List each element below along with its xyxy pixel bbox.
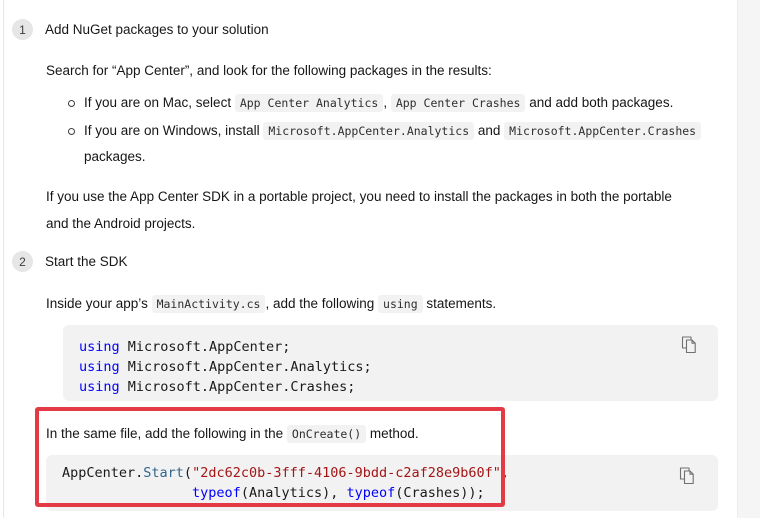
inline-code: MainActivity.cs (152, 295, 266, 313)
step-1-number-badge: 1 (12, 19, 33, 40)
code-text: Microsoft.AppCenter.Crashes; (120, 379, 356, 395)
step-2-title: Start the SDK (45, 254, 128, 269)
note-line: If you use the App Center SDK in a porta… (46, 189, 672, 204)
bullet-text: If you are on Mac, select (84, 95, 235, 110)
code-keyword: typeof (192, 485, 241, 501)
code-line: using Microsoft.AppCenter; (79, 337, 718, 357)
code-text: AppCenter. (62, 465, 143, 481)
step-2-number-badge: 2 (12, 251, 33, 272)
inline-code: App Center Crashes (391, 94, 526, 112)
code-line: typeof(Analytics), typeof(Crashes)); (62, 483, 718, 503)
copy-icon (681, 336, 697, 354)
code-keyword: using (79, 359, 120, 375)
code-line: AppCenter.Start("2dc62c0b-3fff-4106-9bdd… (62, 463, 718, 483)
code-keyword: typeof (347, 485, 396, 501)
code-indent (62, 485, 192, 501)
step-1-title: Add NuGet packages to your solution (45, 22, 269, 37)
bullet-text: packages. (84, 149, 146, 164)
code-block-using: using Microsoft.AppCenter; using Microso… (63, 325, 718, 401)
bullet-text: , (383, 95, 391, 110)
intro-text: statements. (423, 296, 497, 311)
oncreate-instruction: In the same file, add the following in t… (46, 421, 419, 447)
copy-icon (679, 467, 695, 485)
code-text: Microsoft.AppCenter; (120, 339, 291, 355)
intro-text: Inside your app’s (46, 296, 152, 311)
step-1-intro: Search for “App Center”, and look for th… (46, 58, 492, 84)
code-string: "2dc62c0b-3fff-4106-9bdd-c2af28e9b60f" (192, 465, 501, 481)
bullet-text: If you are on Windows, install (84, 123, 263, 138)
bullet-text: and (474, 123, 504, 138)
copy-code-button[interactable] (678, 467, 696, 487)
bullet-text: and add both packages. (525, 95, 673, 110)
list-item: If you are on Mac, select App Center Ana… (46, 90, 706, 116)
copy-code-button[interactable] (680, 336, 698, 356)
code-keyword: using (79, 379, 120, 395)
step-number: 2 (19, 255, 26, 269)
code-text: ( (184, 465, 192, 481)
code-method: Start (143, 465, 184, 481)
inline-code: using (378, 295, 423, 313)
code-text: (Analytics), (241, 485, 347, 501)
inline-code: App Center Analytics (235, 94, 383, 112)
portable-project-note: If you use the App Center SDK in a porta… (46, 183, 672, 237)
code-line: using Microsoft.AppCenter.Crashes; (79, 377, 718, 397)
code-block-appcenter-start: AppCenter.Start("2dc62c0b-3fff-4106-9bdd… (46, 455, 718, 511)
list-item: If you are on Windows, install Microsoft… (46, 118, 706, 170)
inline-code: OnCreate() (287, 425, 366, 443)
step-number: 1 (19, 23, 26, 37)
instruction-text: method. (366, 426, 419, 441)
page-left-rule (3, 0, 4, 518)
code-text: , (501, 465, 509, 481)
code-line: using Microsoft.AppCenter.Analytics; (79, 357, 718, 377)
note-line: and the Android projects. (46, 216, 195, 231)
step-2-intro: Inside your app’s MainActivity.cs, add t… (46, 291, 496, 317)
inline-code: Microsoft.AppCenter.Analytics (263, 122, 474, 140)
code-text: (Crashes)); (395, 485, 484, 501)
inline-code: Microsoft.AppCenter.Crashes (504, 122, 701, 140)
code-keyword: using (79, 339, 120, 355)
code-text: Microsoft.AppCenter.Analytics; (120, 359, 372, 375)
instruction-text: In the same file, add the following in t… (46, 426, 287, 441)
page-scroll-gutter (737, 0, 760, 518)
package-list: If you are on Mac, select App Center Ana… (46, 90, 706, 170)
intro-text: , add the following (265, 296, 378, 311)
